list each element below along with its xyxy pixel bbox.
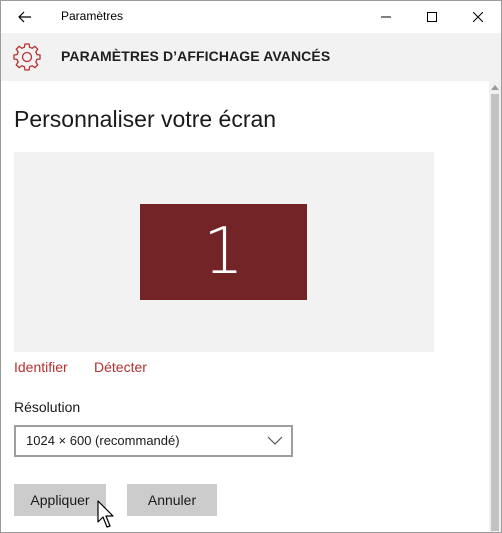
close-button[interactable] xyxy=(455,1,501,33)
page-header-title: PARAMÈTRES D’AFFICHAGE AVANCÉS xyxy=(61,48,331,64)
scrollbar-thumb[interactable] xyxy=(491,94,499,531)
minimize-button[interactable] xyxy=(363,1,409,33)
page-title: Personnaliser votre écran xyxy=(14,106,277,132)
mouse-cursor-icon xyxy=(97,500,114,528)
detect-link[interactable]: Détecter xyxy=(94,359,147,375)
back-button[interactable] xyxy=(9,5,41,29)
maximize-icon xyxy=(427,12,437,22)
resolution-value: 1024 × 600 (recommandé) xyxy=(26,433,180,448)
maximize-button[interactable] xyxy=(409,1,455,33)
title-bar: Paramètres xyxy=(1,1,501,33)
vertical-scrollbar[interactable] xyxy=(489,81,501,532)
display-number: 1 xyxy=(203,215,244,289)
display-preview: 1 xyxy=(14,152,434,352)
app-title: Paramètres xyxy=(61,9,124,23)
main-content: Personnaliser votre écran 1 Identifier D… xyxy=(1,81,489,532)
caret-up-icon xyxy=(491,85,499,90)
display-tile[interactable]: 1 xyxy=(140,204,307,300)
identify-link[interactable]: Identifier xyxy=(14,359,68,375)
resolution-dropdown[interactable]: 1024 × 600 (recommandé) xyxy=(14,425,293,457)
close-icon xyxy=(473,12,483,22)
settings-header: PARAMÈTRES D’AFFICHAGE AVANCÉS xyxy=(1,33,501,81)
minimize-icon xyxy=(381,16,391,18)
cancel-button[interactable]: Annuler xyxy=(127,484,217,516)
back-arrow-icon xyxy=(18,11,31,23)
resolution-label: Résolution xyxy=(14,399,81,415)
settings-window: Paramètres PARAMÈTRES D’AFFICHAGE AVANCÉ… xyxy=(0,0,502,533)
scroll-up-button[interactable] xyxy=(489,81,501,93)
gear-icon xyxy=(13,43,41,71)
apply-button[interactable]: Appliquer xyxy=(14,484,106,516)
chevron-down-icon xyxy=(267,436,283,445)
